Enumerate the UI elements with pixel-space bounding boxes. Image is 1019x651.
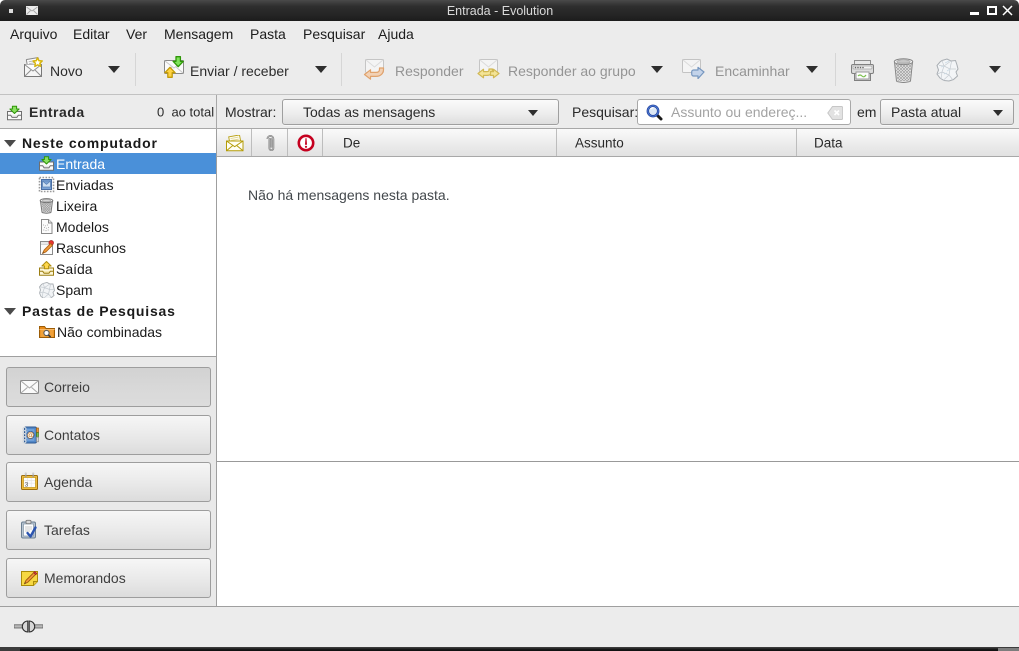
svg-text:@: @ bbox=[27, 431, 35, 440]
svg-text:3: 3 bbox=[25, 482, 29, 489]
